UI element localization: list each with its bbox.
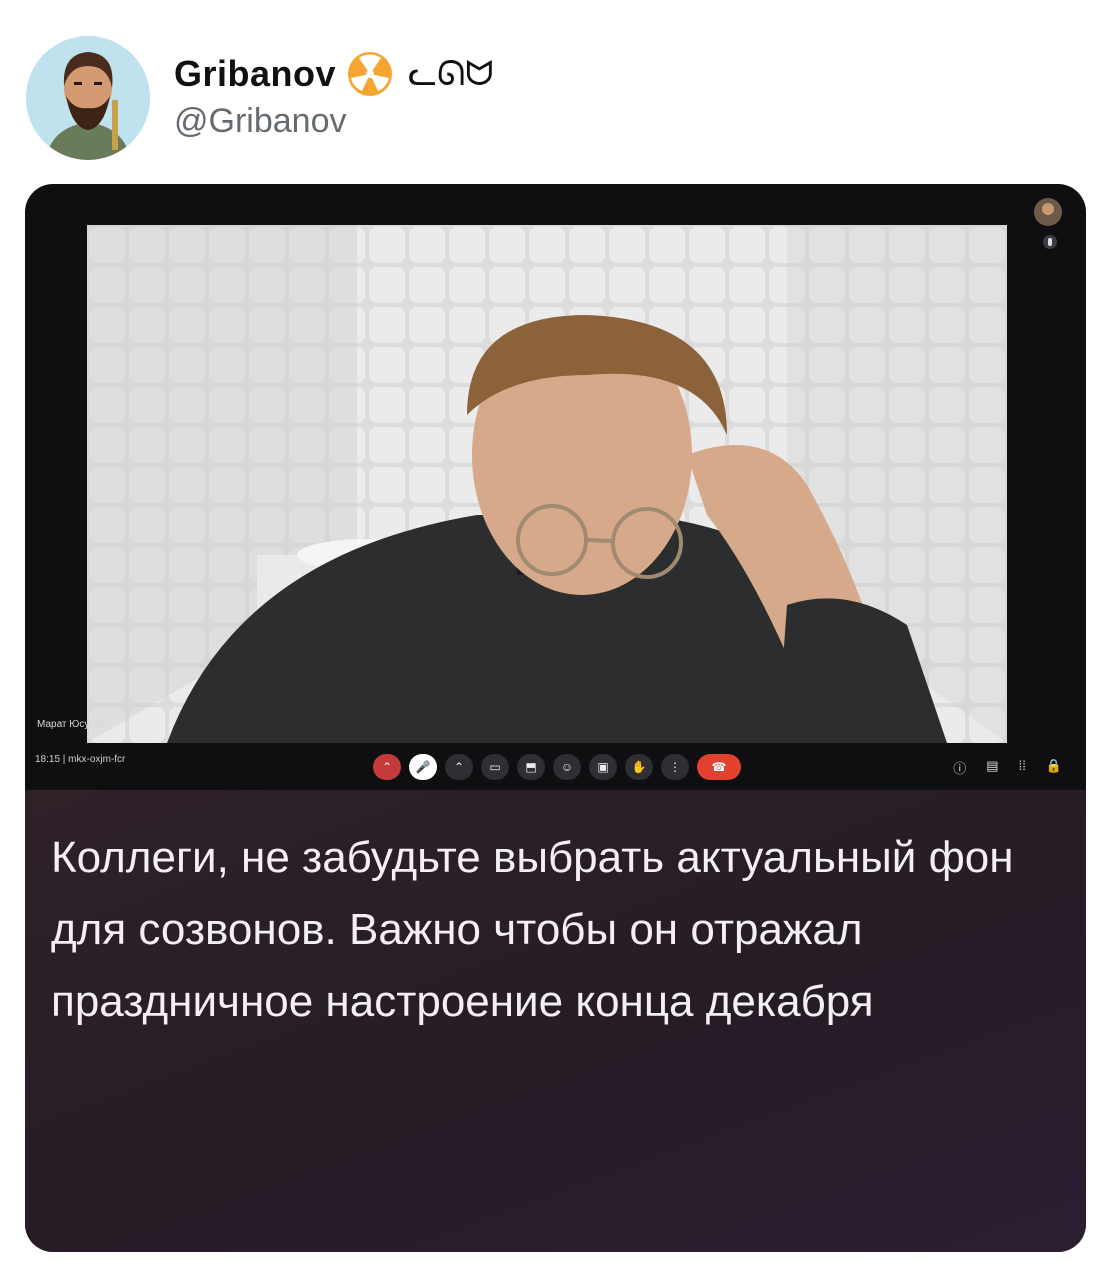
raise-hand-icon[interactable]: ✋ <box>625 754 653 780</box>
captions-icon[interactable]: ▣ <box>589 754 617 780</box>
author-names: Gribanov ᓚᘏᗢ @Gribanov <box>174 50 493 141</box>
present-icon[interactable]: ⬒ <box>517 754 545 780</box>
meeting-info: 18:15 | mkx-oxjm-fcr <box>35 754 126 765</box>
radioactive-icon <box>346 50 394 98</box>
video-feed <box>87 225 1007 743</box>
camera-icon[interactable]: ▭ <box>481 754 509 780</box>
activities-icon[interactable]: ⁞⁞ <box>1019 758 1026 777</box>
host-controls-icon[interactable]: 🔒 <box>1046 758 1062 777</box>
media-attachment[interactable]: Марат Юсупов 18:15 | mkx-oxjm-fcr ⌃ 🎤 ⌃ … <box>25 184 1086 1252</box>
info-icon[interactable]: ⓘ <box>953 758 966 777</box>
handle[interactable]: @Gribanov <box>174 102 493 141</box>
participant-name: Марат Юсупов <box>37 719 106 730</box>
display-name[interactable]: Gribanov <box>174 53 336 95</box>
name-suffix: ᓚᘏᗢ <box>408 54 494 94</box>
mic-level-icon <box>1043 235 1057 249</box>
right-tools: ⓘ ▤ ⁞⁞ 🔒 <box>953 758 1062 777</box>
call-controls: ⌃ 🎤 ⌃ ▭ ⬒ ☺ ▣ ✋ ⋮ ☎ <box>373 754 741 780</box>
caption-panel: Коллеги, не забудьте выбрать актуальный … <box>25 790 1086 1252</box>
avatar[interactable] <box>26 36 150 160</box>
mic-off-icon[interactable]: 🎤 <box>409 754 437 780</box>
emoji-icon[interactable]: ☺ <box>553 754 581 780</box>
self-view-thumbnail[interactable] <box>1028 192 1068 232</box>
chat-icon[interactable]: ▤ <box>986 758 998 777</box>
tweet-header: Gribanov ᓚᘏᗢ @Gribanov <box>26 36 1086 160</box>
caption-text: Коллеги, не забудьте выбрать актуальный … <box>51 833 1014 1026</box>
more-options-icon[interactable]: ⋮ <box>661 754 689 780</box>
end-call-icon[interactable]: ☎ <box>697 754 741 780</box>
mic-options-chevron-up-icon[interactable]: ⌃ <box>373 754 401 780</box>
camera-options-chevron-up-icon[interactable]: ⌃ <box>445 754 473 780</box>
